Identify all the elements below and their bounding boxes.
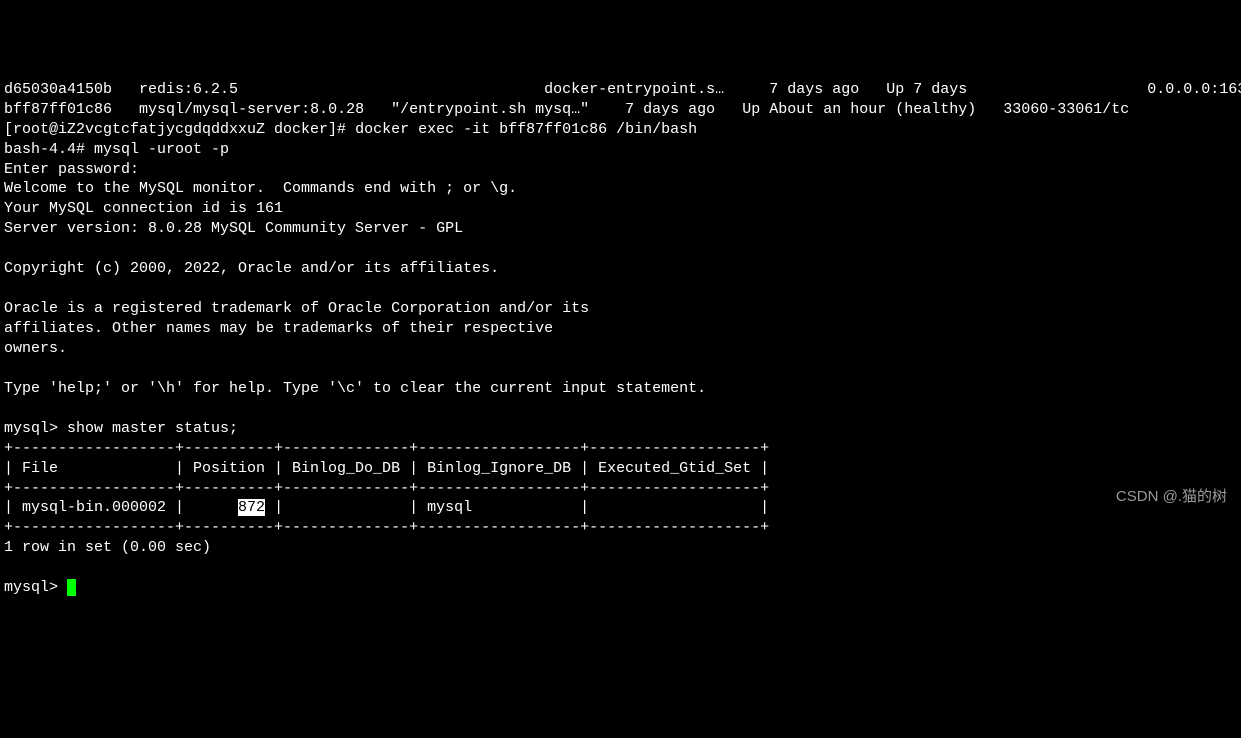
prompt-root: [root@iZ2vcgtcfatjycgdqddxxuZ docker]#: [4, 121, 355, 138]
trademark-line1: Oracle is a registered trademark of Orac…: [4, 300, 589, 317]
docker-ps-row2-image: mysql/mysql-server:8.0.28: [139, 101, 364, 118]
cursor-block[interactable]: [67, 579, 76, 596]
cmd-mysql: mysql -uroot -p: [94, 141, 229, 158]
docker-ps-row2-ports: 33060-33061/tc: [1003, 101, 1129, 118]
docker-ps-row2-cmd: "/entrypoint.sh mysq…": [391, 101, 589, 118]
docker-ps-row1-image: redis:6.2.5: [139, 81, 238, 98]
prompt-mysql: mysql>: [4, 420, 67, 437]
help-line: Type 'help;' or '\h' for help. Type '\c'…: [4, 380, 706, 397]
table-border-bottom: +------------------+----------+---------…: [4, 519, 769, 536]
copyright-line: Copyright (c) 2000, 2022, Oracle and/or …: [4, 260, 499, 277]
table-data-row-p2: | | mysql | |: [265, 499, 769, 516]
docker-ps-row2-created: 7 days ago: [625, 101, 715, 118]
docker-ps-row1-created: 7 days ago: [769, 81, 859, 98]
table-data-row-p1: | mysql-bin.000002 |: [4, 499, 238, 516]
table-header-row: | File | Position | Binlog_Do_DB | Binlo…: [4, 460, 769, 477]
welcome-line1: Welcome to the MySQL monitor. Commands e…: [4, 180, 517, 197]
cmd-docker-exec: docker exec -it bff87ff01c86 /bin/bash: [355, 121, 697, 138]
welcome-line2: Your MySQL connection id is 161: [4, 200, 283, 217]
trademark-line3: owners.: [4, 340, 67, 357]
docker-ps-row1-cmd: docker-entrypoint.s…: [544, 81, 724, 98]
trademark-line2: affiliates. Other names may be trademark…: [4, 320, 553, 337]
table-position-highlight: 872: [238, 499, 265, 516]
watermark: CSDN @.猫的树: [1116, 487, 1227, 507]
docker-ps-row1-ports: 0.0.0.0:16379-: [1147, 81, 1241, 98]
cmd-show-master: show master status;: [67, 420, 238, 437]
docker-ps-row1-status: Up 7 days: [886, 81, 967, 98]
docker-ps-row2-status: Up About an hour (healthy): [742, 101, 976, 118]
prompt-mysql-cursor[interactable]: mysql>: [4, 579, 67, 596]
prompt-bash: bash-4.4#: [4, 141, 94, 158]
rows-in-set: 1 row in set (0.00 sec): [4, 539, 211, 556]
enter-password: Enter password:: [4, 161, 139, 178]
terminal[interactable]: d65030a4150b redis:6.2.5 docker-entrypoi…: [0, 80, 1241, 598]
table-border-top: +------------------+----------+---------…: [4, 440, 769, 457]
table-border-mid: +------------------+----------+---------…: [4, 480, 769, 497]
docker-ps-row2-id: bff87ff01c86: [4, 101, 112, 118]
welcome-line3: Server version: 8.0.28 MySQL Community S…: [4, 220, 463, 237]
docker-ps-row1-id: d65030a4150b: [4, 81, 112, 98]
